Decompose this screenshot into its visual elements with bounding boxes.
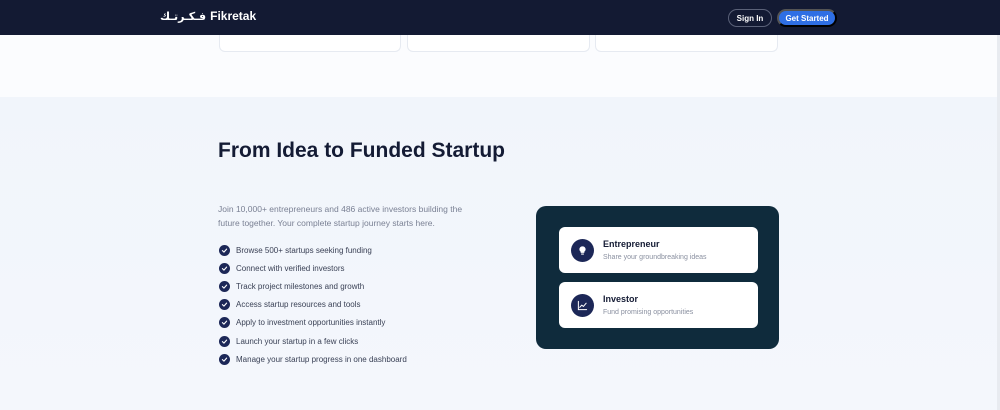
feature-label: Access startup resources and tools: [236, 300, 361, 310]
feature-label: Launch your startup in a few clicks: [236, 336, 359, 346]
check-icon: [219, 280, 230, 292]
logo-text: Fikretak: [210, 9, 257, 23]
check-icon: [219, 353, 230, 365]
previous-card: [595, 35, 778, 52]
check-icon: [219, 262, 230, 274]
entrepreneur-card[interactable]: Entrepreneur Share your groundbreaking i…: [559, 227, 758, 273]
feature-label: Track project milestones and growth: [236, 281, 365, 291]
feature-label: Connect with verified investors: [236, 263, 345, 273]
feature-label: Browse 500+ startups seeking funding: [236, 245, 372, 255]
role-title: Investor: [603, 294, 639, 304]
sign-in-button[interactable]: Sign In: [728, 9, 772, 27]
role-title: Entrepreneur: [603, 239, 660, 249]
previous-card: [219, 35, 401, 52]
lightbulb-icon: [571, 238, 594, 262]
feature-item: Launch your startup in a few clicks: [219, 332, 407, 350]
get-started-button[interactable]: Get Started: [777, 9, 837, 27]
investor-card-text: Investor Fund promising opportunities: [603, 294, 693, 316]
chart-icon: [571, 293, 594, 317]
feature-list: Browse 500+ startups seeking funding Con…: [219, 241, 407, 368]
entrepreneur-card-text: Entrepreneur Share your groundbreaking i…: [603, 239, 707, 261]
top-navbar: فـكـرتـك Fikretak Sign In Get Started: [0, 0, 1000, 35]
feature-item: Track project milestones and growth: [219, 277, 407, 295]
feature-item: Apply to investment opportunities instan…: [219, 314, 407, 332]
check-icon: [219, 244, 230, 256]
feature-label: Apply to investment opportunities instan…: [236, 318, 386, 328]
feature-item: Manage your startup progress in one dash…: [219, 350, 407, 368]
logo[interactable]: فـكـرتـك Fikretak: [160, 9, 256, 23]
feature-item: Access startup resources and tools: [219, 296, 407, 314]
check-icon: [219, 299, 230, 311]
check-icon: [219, 317, 230, 329]
role-description: Share your groundbreaking ideas: [603, 254, 707, 261]
previous-card: [407, 35, 590, 52]
investor-card[interactable]: Investor Fund promising opportunities: [559, 282, 758, 328]
feature-item: Connect with verified investors: [219, 259, 407, 277]
role-description: Fund promising opportunities: [603, 309, 694, 316]
hero-subtext: Join 10,000+ entrepreneurs and 486 activ…: [218, 204, 463, 228]
check-icon: [219, 335, 230, 347]
hero-headline: From Idea to Funded Startup: [218, 139, 505, 162]
logo-arabic-text: فـكـرتـك: [160, 9, 207, 23]
feature-item: Browse 500+ startups seeking funding: [219, 241, 407, 259]
feature-label: Manage your startup progress in one dash…: [236, 354, 407, 364]
